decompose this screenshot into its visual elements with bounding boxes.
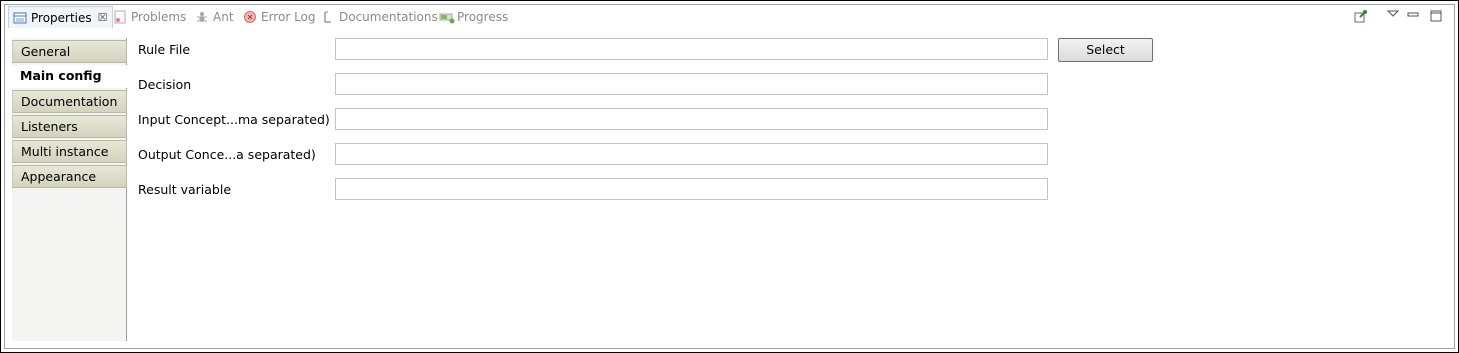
section-tab-documentation-label: Documentation [21,94,118,109]
tab-progress[interactable]: Progress [439,7,508,27]
pin-view-icon[interactable] [1354,9,1368,23]
result-variable-field[interactable] [335,178,1048,200]
properties-view: Properties ☒ Problems Ant Error Log Docu… [4,4,1455,349]
section-tab-general-label: General [21,44,71,59]
select-button[interactable]: Select [1058,38,1153,62]
minimize-icon[interactable] [1406,9,1420,23]
section-tab-appearance[interactable]: Appearance [12,165,127,188]
tab-progress-label: Progress [457,10,509,24]
rule-file-field[interactable] [335,38,1048,60]
section-tab-main-config-label: Main config [20,68,102,83]
maximize-icon[interactable] [1429,9,1443,23]
tab-properties[interactable]: Properties ☒ [8,6,113,28]
section-tab-multi-instance-label: Multi instance [21,144,109,159]
rule-file-label: Rule File [138,42,191,57]
close-icon[interactable]: ☒ [98,11,108,24]
progress-icon [439,10,455,24]
input-concepts-field[interactable] [335,108,1048,130]
ant-icon [195,10,209,24]
error-log-icon [243,10,257,24]
input-concepts-label: Input Concept...ma separated) [138,112,330,127]
section-tab-multi-instance[interactable]: Multi instance [12,140,127,163]
section-tab-documentation[interactable]: Documentation [12,90,127,113]
output-concepts-field[interactable] [335,143,1048,165]
tab-problems[interactable]: Problems [113,7,186,27]
tab-ant[interactable]: Ant [195,7,234,27]
decision-field[interactable] [335,73,1048,95]
properties-view-frame: Properties ☒ Problems Ant Error Log Docu… [0,0,1459,353]
tab-error-log[interactable]: Error Log [243,7,316,27]
section-tab-listeners-label: Listeners [21,119,78,134]
tab-documentations[interactable]: Documentations [321,7,438,27]
tab-properties-label: Properties [31,10,92,25]
output-concepts-label: Output Conce...a separated) [138,147,316,162]
section-tabs: General Main config Documentation Listen… [12,38,127,341]
tab-error-log-label: Error Log [261,10,316,24]
properties-icon [13,11,27,25]
section-tab-general[interactable]: General [12,40,127,63]
section-tab-appearance-label: Appearance [21,169,97,184]
section-tab-listeners[interactable]: Listeners [12,115,127,138]
result-variable-label: Result variable [138,182,232,197]
problems-icon [113,10,127,24]
view-menu-icon[interactable] [1386,9,1400,23]
tab-ant-label: Ant [213,10,234,24]
view-tab-bar: Properties ☒ Problems Ant Error Log Docu… [5,5,1454,29]
documentations-icon [321,10,335,24]
tab-documentations-label: Documentations [339,10,438,24]
decision-label: Decision [138,77,192,92]
tab-problems-label: Problems [131,10,187,24]
section-tab-main-config[interactable]: Main config [12,65,127,88]
